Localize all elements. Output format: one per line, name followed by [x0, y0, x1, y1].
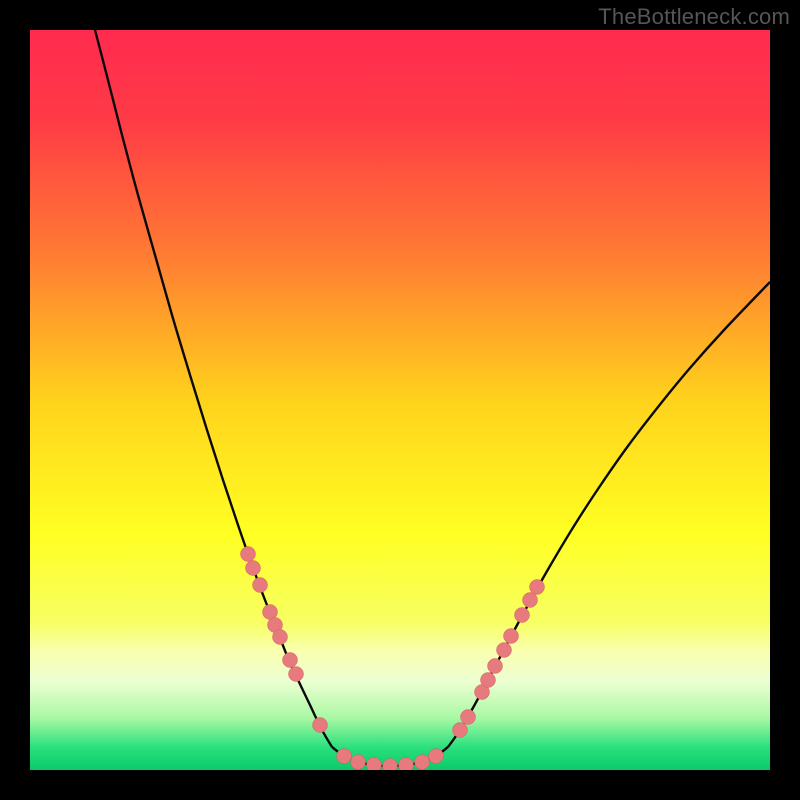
right-curve	[448, 282, 770, 747]
dot	[429, 749, 444, 764]
dot	[337, 749, 352, 764]
dot	[515, 608, 530, 623]
dot	[313, 718, 328, 733]
dot	[246, 561, 261, 576]
dot	[383, 759, 398, 771]
left-curve	[95, 30, 332, 747]
dot	[415, 755, 430, 770]
dot	[488, 659, 503, 674]
curve-layer	[30, 30, 770, 770]
attribution-watermark: TheBottleneck.com	[598, 4, 790, 30]
dot	[461, 710, 476, 725]
dot	[253, 578, 268, 593]
dot	[289, 667, 304, 682]
dot	[530, 580, 545, 595]
dot	[351, 755, 366, 770]
dot	[263, 605, 278, 620]
dot	[504, 629, 519, 644]
plot-area	[30, 30, 770, 770]
dot	[273, 630, 288, 645]
dot	[283, 653, 298, 668]
dot	[453, 723, 468, 738]
dot	[367, 758, 382, 771]
dot	[523, 593, 538, 608]
dot	[241, 547, 256, 562]
dot	[497, 643, 512, 658]
dot	[481, 673, 496, 688]
dot	[399, 758, 414, 771]
